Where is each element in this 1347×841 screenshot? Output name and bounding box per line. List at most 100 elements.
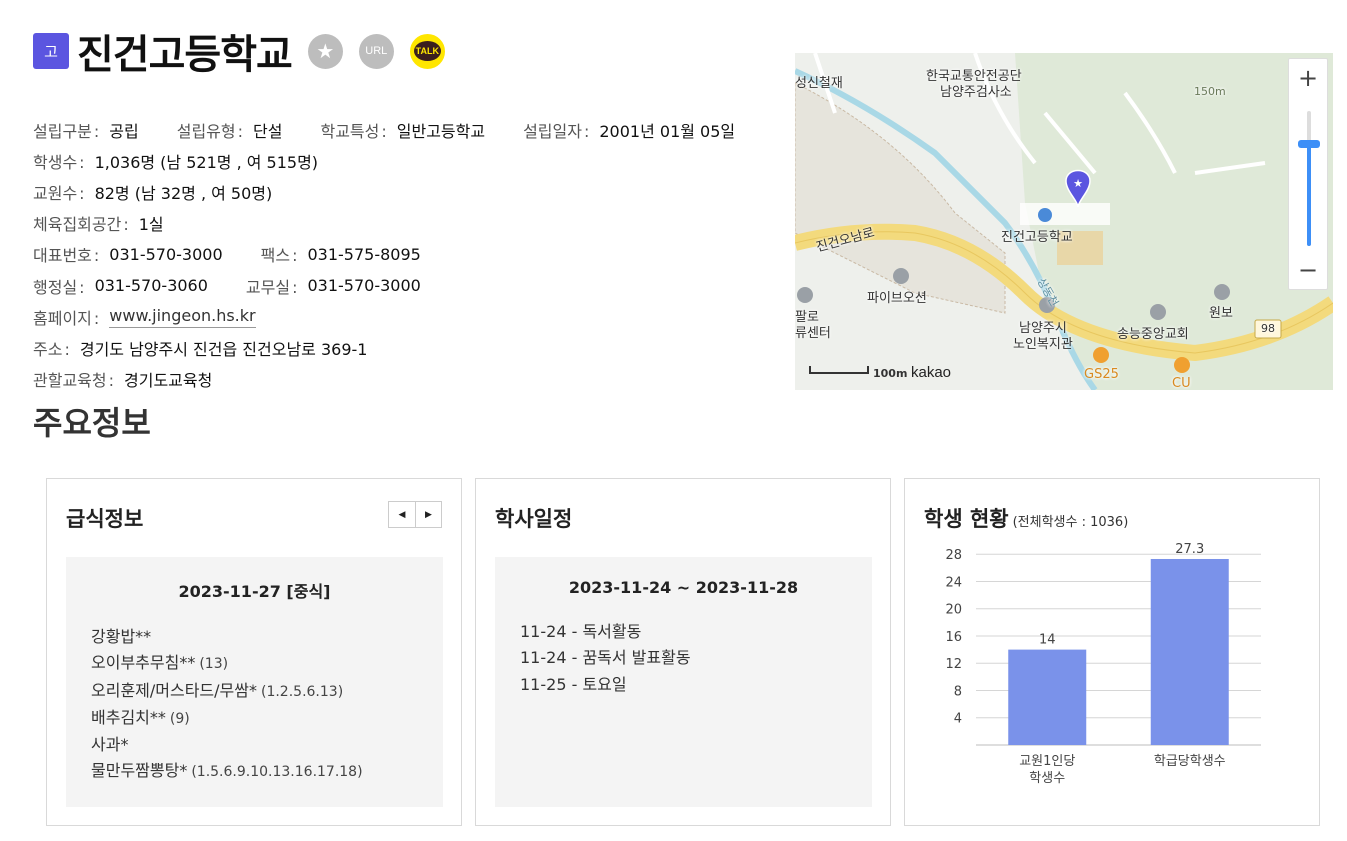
url-icon: URL (365, 45, 388, 57)
info-value: 공립 (109, 121, 139, 141)
info-value: 031-570-3000 (307, 276, 421, 296)
menu-allergens: (1.2.5.6.13) (260, 683, 344, 700)
info-value: 경기도 남양주시 진건읍 진건오남로 369-1 (79, 339, 368, 359)
map-label: 류센터 (795, 326, 831, 341)
meal-menu-list: 강황밥** 오이부추무침** (13) 오리훈제/머스타드/무쌈* (1.2.5.6.1… (66, 624, 443, 786)
map-poi-icon (1150, 304, 1166, 320)
info-item: 홈페이지 www.jingeon.hs.kr (33, 305, 256, 329)
schedule-body: 2023-11-24 ~ 2023-11-28 11-24 - 독서활동 11-2… (495, 557, 872, 807)
meal-next-button[interactable]: ▶ (415, 502, 441, 527)
map-store-icon (1093, 347, 1109, 363)
meal-date-nav: ◀ ▶ (388, 501, 442, 528)
menu-allergens: (1.5.6.9.10.13.16.17.18) (191, 764, 363, 781)
map-school-label: 진건고등학교 (1001, 230, 1073, 245)
menu-name: 오이부추무침** (91, 653, 196, 673)
info-value: 1실 (138, 215, 164, 235)
map-store-icon (1174, 357, 1190, 373)
info-value: 일반고등학교 (396, 121, 486, 141)
map-scale-bar (809, 366, 869, 374)
school-name: 진건고등학교 (77, 32, 293, 78)
info-label: 관할교육청 (33, 367, 114, 391)
info-value: 031-570-3060 (94, 276, 208, 296)
info-item: 설립일자 2001년 01월 05일 (523, 118, 735, 142)
meal-card-title: 급식정보 (66, 507, 144, 531)
favorite-button[interactable]: ★ (307, 33, 343, 69)
map-label: 파이브오션 (867, 291, 927, 306)
meal-body: 2023-11-27 [중식] 강황밥** 오이부추무침** (13) 오리훈제/머스… (66, 557, 443, 807)
student-status-card: 학생 현황 (전체학생수 : 1036) 4 8 12 16 20 24 28 14 교원1인당 학… (904, 478, 1320, 826)
x-category-label: 학급당학생수 (1154, 754, 1226, 769)
map-school-building (1020, 203, 1110, 225)
menu-name: 강황밥** (91, 627, 152, 646)
info-label: 행정실 (33, 274, 85, 298)
info-item: 설립구분 공립 (33, 118, 139, 142)
caret-right-icon: ▶ (425, 509, 432, 520)
meal-menu-item: 오이부추무침** (13) (91, 650, 443, 677)
meal-menu-item: 배추김치** (9) (91, 705, 443, 732)
chart-bar (1008, 649, 1087, 745)
info-value: 경기도교육청 (124, 371, 213, 391)
school-location-map[interactable]: ★ 성신철재 한국교통안전공단 남양주검사소 150m 진건오남로 진건고등학교… (795, 53, 1333, 390)
map-label: 원보 (1209, 306, 1233, 321)
y-tick-label: 12 (945, 657, 962, 672)
meal-info-card: 급식정보 ◀ ▶ 2023-11-27 [중식] 강황밥** 오이부추무침** (1… (46, 478, 462, 826)
info-item: 관할교육청 경기도교육청 (33, 367, 212, 391)
info-label: 홈페이지 (33, 305, 99, 329)
homepage-link[interactable]: www.jingeon.hs.kr (109, 306, 256, 328)
url-button[interactable]: URL (358, 33, 394, 69)
map-poi-icon (893, 268, 909, 284)
map-label: 성신철재 (795, 76, 843, 91)
meal-prev-button[interactable]: ◀ (389, 502, 415, 527)
info-item: 교원수 82명 (남 32명 , 여 50명) (33, 180, 272, 204)
meal-date: 2023-11-27 [중식] (178, 582, 331, 601)
info-item: 학교특성 일반고등학교 (320, 118, 485, 142)
info-row: 홈페이지 www.jingeon.hs.kr (33, 301, 773, 332)
info-label: 교원수 (33, 180, 85, 204)
info-row: 행정실 031-570-3060 교무실 031-570-3000 (33, 270, 773, 301)
info-row: 체육집회공간 1실 (33, 208, 773, 239)
x-category-label: 교원1인당 (1019, 754, 1075, 769)
schedule-card-title: 학사일정 (495, 507, 573, 531)
info-label: 학교특성 (320, 118, 386, 142)
star-icon: ★ (316, 39, 335, 63)
svg-text:★: ★ (1073, 177, 1083, 190)
info-row: 대표번호 031-570-3000 팩스 031-575-8095 (33, 239, 773, 270)
y-tick-label: 4 (954, 712, 962, 727)
info-value: 031-575-8095 (307, 244, 421, 264)
info-value: 2001년 01월 05일 (599, 121, 736, 141)
zoom-slider-handle[interactable] (1298, 140, 1320, 148)
info-item: 주소 경기도 남양주시 진건읍 진건오남로 369-1 (33, 336, 367, 360)
map-scale-label: 100m (873, 367, 908, 380)
info-row: 주소 경기도 남양주시 진건읍 진건오남로 369-1 (33, 332, 773, 363)
kakao-map-logo[interactable]: kakao (911, 364, 951, 381)
zoom-slider-track[interactable] (1307, 111, 1311, 246)
x-category-label: 학생수 (1029, 771, 1065, 786)
school-level-badge: 고 (33, 33, 69, 69)
info-value: 031-570-3000 (109, 244, 223, 264)
info-item: 팩스 031-575-8095 (261, 242, 421, 266)
map-zoom-control: + − (1288, 58, 1328, 290)
menu-allergens: (13) (199, 656, 229, 673)
menu-allergens: (9) (169, 710, 190, 727)
info-item: 설립유형 단설 (177, 118, 283, 142)
bar-value-label: 14 (1039, 633, 1056, 648)
kakaotalk-share-button[interactable]: TALK (409, 33, 445, 69)
school-header: 고 진건고등학교 ★ URL TALK (33, 26, 445, 78)
info-row: 관할교육청 경기도교육청 (33, 364, 773, 395)
zoom-in-button[interactable]: + (1289, 59, 1327, 97)
info-label: 설립구분 (33, 118, 99, 142)
info-item: 행정실 031-570-3060 (33, 274, 208, 298)
info-label: 팩스 (261, 242, 298, 266)
map-label: 송능중앙교회 (1117, 327, 1189, 342)
zoom-out-button[interactable]: − (1289, 251, 1327, 289)
info-label: 주소 (33, 336, 70, 360)
info-label: 대표번호 (33, 242, 99, 266)
schedule-list: 11-24 - 독서활동 11-24 - 꿈독서 발표활동 11-25 - 토요일 (495, 619, 872, 698)
info-label: 학생수 (33, 149, 85, 173)
map-label: 노인복지관 (1013, 337, 1073, 352)
chart-bar (1150, 558, 1229, 745)
menu-name: 오리훈제/머스타드/무쌈* (91, 680, 257, 700)
route-number: 98 (1261, 322, 1275, 335)
info-item: 체육집회공간 1실 (33, 211, 164, 235)
menu-name: 물만두짬뽕탕* (91, 761, 188, 781)
